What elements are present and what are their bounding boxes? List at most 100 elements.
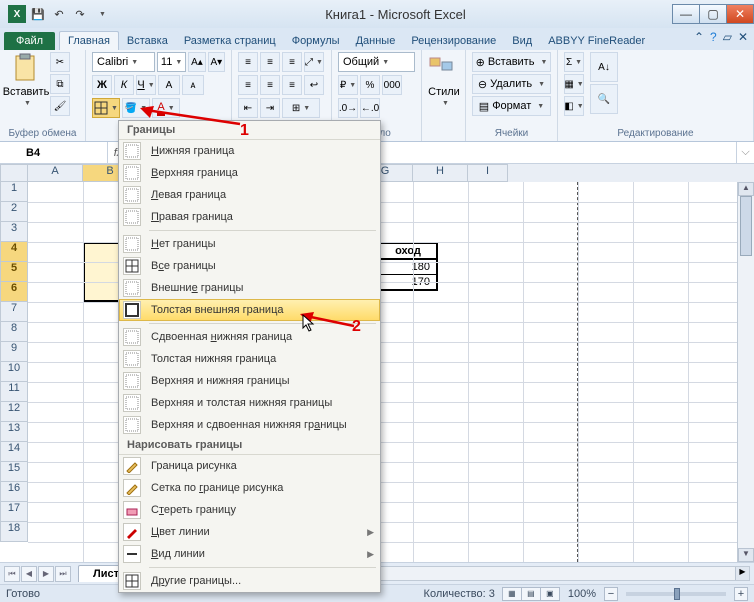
row-header[interactable]: 4	[0, 242, 28, 262]
row-header[interactable]: 10	[0, 362, 28, 382]
view-normal-icon[interactable]: ▦	[502, 587, 522, 601]
row-header[interactable]: 11	[0, 382, 28, 402]
tab-review[interactable]: Рецензирование	[403, 32, 504, 50]
dropdown-item[interactable]: Левая граница	[119, 184, 380, 206]
tab-view[interactable]: Вид	[504, 32, 540, 50]
accounting-icon[interactable]: ₽▼	[338, 75, 358, 95]
row-header[interactable]: 1	[0, 182, 28, 202]
dropdown-item[interactable]: Другие границы...	[119, 570, 380, 592]
tab-abbyy[interactable]: ABBYY FineReader	[540, 32, 653, 50]
dropdown-item[interactable]: Все границы	[119, 255, 380, 277]
format-painter-icon[interactable]: 🖌	[50, 96, 70, 116]
dropdown-item[interactable]: Сдвоенная нижняя граница	[119, 326, 380, 348]
help-icon[interactable]: ?	[710, 30, 717, 44]
sheet-nav-last-icon[interactable]: ⏭	[55, 566, 71, 582]
col-header[interactable]: I	[468, 164, 508, 182]
dropdown-item[interactable]: Верхняя и сдвоенная нижняя границы	[119, 414, 380, 436]
dropdown-item[interactable]: Нет границы	[119, 233, 380, 255]
format-cells-button[interactable]: ▤Формат▼	[472, 96, 551, 116]
fill-icon[interactable]: ▦▼	[564, 74, 584, 94]
row-header[interactable]: 6	[0, 282, 28, 302]
fill-color-icon[interactable]: 🪣▼	[122, 98, 150, 118]
delete-cells-button[interactable]: ⊖Удалить▼	[472, 74, 551, 94]
wrap-text-icon[interactable]: ↩	[304, 75, 324, 95]
view-pagebreak-icon[interactable]: ▣	[540, 587, 560, 601]
row-header[interactable]: 17	[0, 502, 28, 522]
scroll-down-icon[interactable]: ▼	[738, 548, 754, 562]
expand-formula-bar-icon[interactable]: ⌵	[736, 142, 754, 163]
sort-filter-icon[interactable]: A↓	[590, 52, 618, 82]
dropdown-item[interactable]: Верхняя граница	[119, 162, 380, 184]
align-right-icon[interactable]: ≡	[282, 75, 302, 95]
align-bottom-icon[interactable]: ≡	[282, 52, 302, 72]
shrink-font-icon[interactable]: A▾	[208, 52, 225, 72]
grow-font-icon[interactable]: A▴	[188, 52, 205, 72]
dropdown-item[interactable]: Нижняя граница	[119, 140, 380, 162]
insert-cells-button[interactable]: ⊕Вставить▼	[472, 52, 551, 72]
decrease-indent-icon[interactable]: ⇤	[238, 98, 258, 118]
orientation-icon[interactable]: ⤢▼	[304, 52, 324, 72]
dropdown-item[interactable]: Толстая нижняя граница	[119, 348, 380, 370]
zoom-thumb[interactable]	[674, 588, 680, 600]
find-select-icon[interactable]: 🔍	[590, 84, 618, 114]
increase-decimal-icon[interactable]: .0→	[338, 98, 358, 118]
row-header[interactable]: 9	[0, 342, 28, 362]
paste-button[interactable]: Вставить ▼	[6, 52, 46, 127]
vertical-scrollbar[interactable]: ▲ ▼	[737, 182, 754, 562]
cut-icon[interactable]: ✂	[50, 52, 70, 72]
font-color-icon[interactable]: A▼	[152, 98, 180, 118]
undo-icon[interactable]: ↶	[50, 5, 68, 23]
qat-customize-icon[interactable]: ▼	[92, 5, 110, 23]
number-format-select[interactable]: Общий▼	[338, 52, 415, 72]
merge-icon[interactable]: ⊞▼	[282, 98, 320, 118]
sheet-nav-prev-icon[interactable]: ◀	[21, 566, 37, 582]
autosum-icon[interactable]: Σ▼	[564, 52, 584, 72]
font-name-select[interactable]: Calibri▼	[92, 52, 155, 72]
dropdown-item[interactable]: Цвет линии▶	[119, 521, 380, 543]
bold-icon[interactable]: Ж	[92, 75, 112, 95]
tab-data[interactable]: Данные	[348, 32, 404, 50]
increase-indent-icon[interactable]: ⇥	[260, 98, 280, 118]
file-tab[interactable]: Файл	[4, 32, 55, 50]
row-header[interactable]: 14	[0, 442, 28, 462]
decrease-decimal-icon[interactable]: ←.0	[360, 98, 380, 118]
align-top-icon[interactable]: ≡	[238, 52, 258, 72]
row-header[interactable]: 3	[0, 222, 28, 242]
percent-icon[interactable]: %	[360, 75, 380, 95]
align-left-icon[interactable]: ≡	[238, 75, 258, 95]
increase-font-icon[interactable]: A	[158, 75, 180, 95]
italic-icon[interactable]: К	[114, 75, 134, 95]
row-header[interactable]: 7	[0, 302, 28, 322]
inner-restore-icon[interactable]: ▱	[723, 30, 732, 44]
zoom-out-button[interactable]: −	[604, 587, 618, 601]
save-icon[interactable]: 💾	[29, 5, 47, 23]
row-header[interactable]: 16	[0, 482, 28, 502]
align-middle-icon[interactable]: ≡	[260, 52, 280, 72]
dropdown-item[interactable]: Внешние границы	[119, 277, 380, 299]
scrollbar-thumb[interactable]	[740, 196, 752, 256]
font-size-select[interactable]: 11▼	[157, 52, 186, 72]
row-header[interactable]: 5	[0, 262, 28, 282]
select-all-corner[interactable]	[0, 164, 28, 182]
row-header[interactable]: 2	[0, 202, 28, 222]
dropdown-item[interactable]: Вид линии▶	[119, 543, 380, 565]
scroll-up-icon[interactable]: ▲	[738, 182, 754, 196]
align-center-icon[interactable]: ≡	[260, 75, 280, 95]
inner-close-icon[interactable]: ✕	[738, 30, 748, 44]
dropdown-item[interactable]: Верхняя и нижняя границы	[119, 370, 380, 392]
name-box[interactable]: B4	[0, 142, 108, 163]
dropdown-item[interactable]: Правая граница	[119, 206, 380, 228]
dropdown-item[interactable]: Верхняя и толстая нижняя границы	[119, 392, 380, 414]
tab-page-layout[interactable]: Разметка страниц	[176, 32, 284, 50]
sheet-nav-next-icon[interactable]: ▶	[38, 566, 54, 582]
dropdown-item[interactable]: Граница рисунка	[119, 455, 380, 477]
col-header[interactable]: A	[28, 164, 83, 182]
scroll-right-icon[interactable]: ▶	[735, 567, 749, 580]
decrease-font-icon[interactable]: ᴀ	[182, 75, 204, 95]
comma-icon[interactable]: 000	[382, 75, 402, 95]
dropdown-item[interactable]: Стереть границу	[119, 499, 380, 521]
col-header[interactable]: H	[413, 164, 468, 182]
row-header[interactable]: 15	[0, 462, 28, 482]
maximize-button[interactable]: ▢	[699, 4, 727, 24]
dropdown-item[interactable]: Сетка по границе рисунка	[119, 477, 380, 499]
